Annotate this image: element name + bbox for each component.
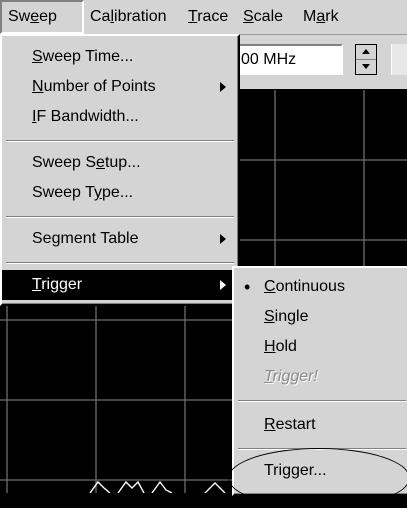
menu-bar: Sweep Calibration Trace Scale Mark: [0, 0, 407, 35]
submenu-arrow-icon: [220, 234, 226, 244]
submenu-arrow-icon: [220, 82, 226, 92]
menu-item-restart[interactable]: Restart: [234, 410, 407, 440]
menu-item-sweep-time[interactable]: Sweep Time...: [2, 42, 238, 72]
menu-separator: [6, 262, 234, 264]
measurement-trace: [89, 480, 226, 494]
menu-sweep[interactable]: Sweep: [0, 0, 84, 34]
menu-item-sweep-setup[interactable]: Sweep Setup...: [2, 148, 238, 178]
frequency-input[interactable]: 00 MHz: [233, 44, 343, 75]
menu-item-trigger-now: Trigger!: [264, 368, 318, 385]
submenu-arrow-icon: [220, 280, 226, 290]
menu-item-hold[interactable]: Hold: [234, 332, 407, 362]
spin-up-icon[interactable]: [362, 49, 370, 54]
spin-down-icon[interactable]: [362, 64, 370, 69]
menu-item-trigger-dialog[interactable]: Trigger...: [234, 456, 407, 486]
sweep-menu: Sweep Time... Number of Points IF Bandwi…: [0, 34, 240, 306]
menu-scale[interactable]: Scale: [237, 0, 289, 34]
menu-item-single[interactable]: Single: [234, 302, 407, 332]
menu-separator: [238, 448, 406, 450]
frequency-spinner[interactable]: [355, 44, 377, 75]
menu-separator: [6, 216, 234, 218]
check-bullet-icon: •: [244, 277, 251, 297]
trigger-submenu: • Continuous Single Hold Trigger! Restar…: [232, 266, 407, 496]
menu-item-if-bandwidth[interactable]: IF Bandwidth...: [2, 102, 238, 132]
menu-item-continuous[interactable]: • Continuous: [234, 272, 407, 302]
menu-separator: [238, 400, 406, 402]
menu-marker[interactable]: Mark: [297, 0, 345, 34]
menu-item-sweep-type[interactable]: Sweep Type...: [2, 178, 238, 208]
menu-item-trigger[interactable]: Trigger: [2, 270, 238, 300]
menu-separator: [6, 140, 234, 142]
menu-item-segment-table[interactable]: Segment Table: [2, 224, 238, 254]
toolbar-button[interactable]: [391, 44, 407, 75]
menu-trace[interactable]: Trace: [182, 0, 234, 34]
menu-item-number-of-points[interactable]: Number of Points: [2, 72, 238, 102]
menu-calibration[interactable]: Calibration: [84, 0, 173, 34]
